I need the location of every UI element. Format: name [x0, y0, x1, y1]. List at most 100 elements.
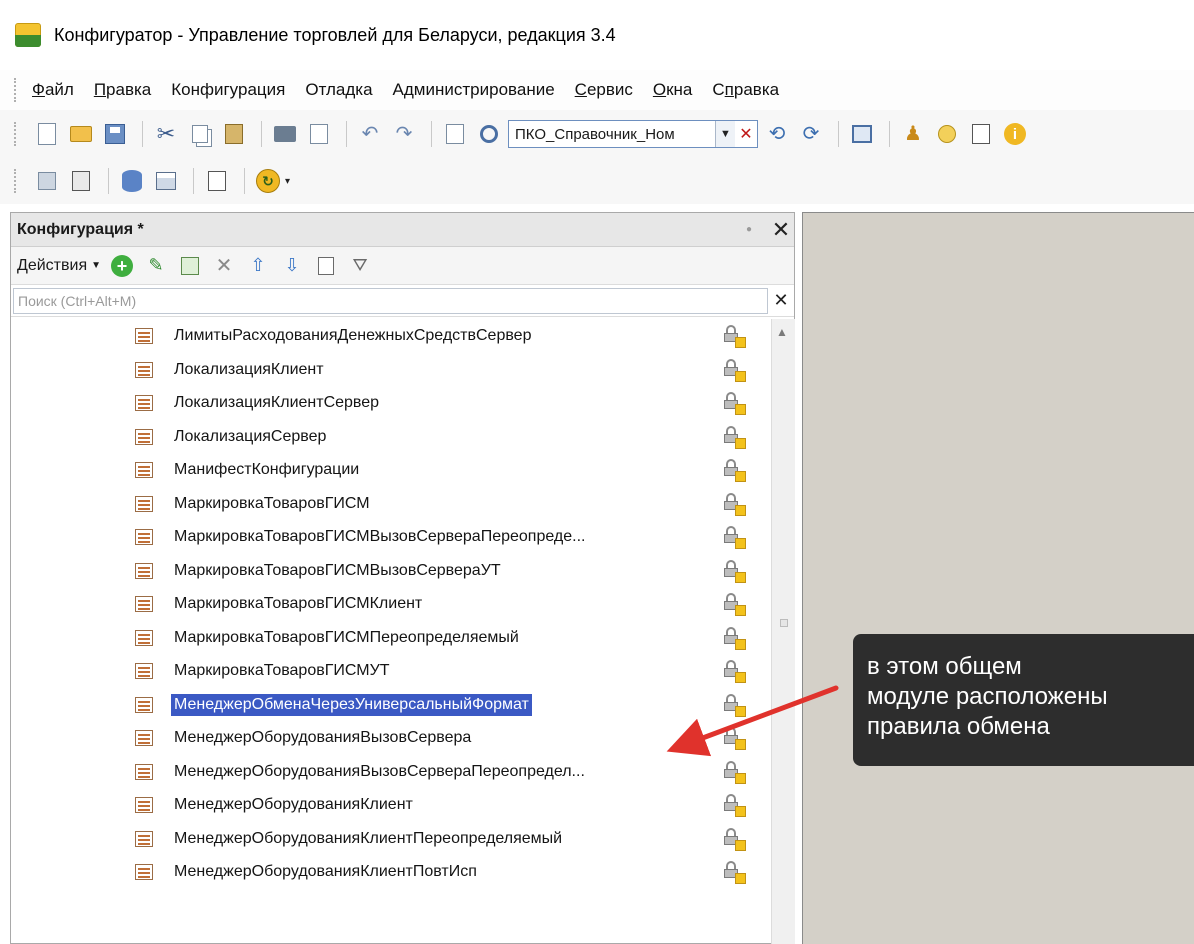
- tree-item[interactable]: МенеджерОборудованияВызовСервера: [11, 721, 771, 755]
- save-button[interactable]: [100, 119, 130, 149]
- copy-item-button[interactable]: [177, 253, 203, 279]
- close-panel-icon[interactable]: ✕: [768, 217, 794, 243]
- delete-button[interactable]: ✕: [211, 253, 237, 279]
- toolbar-search-value[interactable]: ПКО_Справочник_Ном: [509, 126, 715, 143]
- calculator-button[interactable]: [66, 166, 96, 196]
- open-folder-icon: [70, 126, 92, 142]
- grid-button[interactable]: [32, 166, 62, 196]
- run-button[interactable]: [202, 166, 232, 196]
- common-module-icon: [135, 596, 153, 612]
- open-button[interactable]: [66, 119, 96, 149]
- tree-scrollbar[interactable]: ▲: [771, 319, 795, 944]
- tree-item-selected[interactable]: МенеджерОбменаЧерезУниверсальныйФормат: [11, 688, 771, 722]
- tree-item[interactable]: МаркировкаТоваровГИСМВызовСервераПереопр…: [11, 520, 771, 554]
- syntax-helper-button[interactable]: ♟: [898, 119, 928, 149]
- combo-clear-icon[interactable]: ✕: [735, 121, 757, 147]
- scroll-up-arrow-icon[interactable]: ▲: [776, 325, 788, 339]
- table-button[interactable]: [151, 166, 181, 196]
- lock-support-icon: [723, 492, 747, 517]
- find-next-button[interactable]: ⟲: [762, 119, 792, 149]
- tree-item-label: ЛокализацияКлиент: [174, 360, 324, 378]
- toolbar-grip: [14, 122, 18, 146]
- print-preview-button[interactable]: [304, 119, 334, 149]
- tree-item-label: МенеджерОборудованияКлиентПовтИсп: [174, 863, 477, 880]
- common-module-icon: [135, 696, 153, 713]
- menu-configuration[interactable]: Конфигурация: [171, 80, 285, 100]
- lock-support-icon: [723, 526, 747, 550]
- menu-windows[interactable]: Окна: [653, 80, 693, 100]
- tree-item[interactable]: МаркировкаТоваровГИСМ: [11, 487, 771, 521]
- info-icon: i: [1004, 123, 1026, 145]
- menu-debug[interactable]: Отладка: [305, 80, 372, 100]
- edit-button[interactable]: ✎: [143, 253, 169, 279]
- menu-service[interactable]: Сервис: [575, 80, 633, 100]
- redo-button[interactable]: ↷: [389, 119, 419, 149]
- toolbar-search-combo[interactable]: ПКО_Справочник_Ном ▼ ✕: [508, 120, 758, 148]
- tree-item[interactable]: МаркировкаТоваровГИСМВызовСервераУТ: [11, 554, 771, 588]
- tree-item[interactable]: МаркировкаТоваровГИСМУТ: [11, 654, 771, 688]
- about-button[interactable]: i: [1000, 119, 1030, 149]
- chevron-down-icon[interactable]: ▾: [285, 176, 290, 187]
- menu-file[interactable]: Файл: [32, 80, 74, 100]
- menu-help[interactable]: Справка: [712, 80, 779, 100]
- window-title: Конфигуратор - Управление торговлей для …: [54, 24, 616, 45]
- callout-line-2: модуле расположены: [867, 683, 1108, 710]
- pin-icon[interactable]: ●: [746, 224, 752, 235]
- find-in-tree-button[interactable]: [440, 119, 470, 149]
- notes-button[interactable]: [966, 119, 996, 149]
- copy-button[interactable]: [185, 119, 215, 149]
- new-document-button[interactable]: [32, 119, 62, 149]
- menu-administration[interactable]: Администрирование: [393, 80, 555, 100]
- actions-bar: Действия ▼ + ✎ ✕ ⇧ ⇩ ⛛: [11, 247, 794, 285]
- find-button[interactable]: [474, 119, 504, 149]
- combo-dropdown-arrow-icon[interactable]: ▼: [715, 121, 735, 147]
- undo-button[interactable]: ↶: [355, 119, 385, 149]
- tree-item[interactable]: МаркировкаТоваровГИСМПереопределяемый: [11, 621, 771, 655]
- lock-support-icon: [723, 392, 747, 416]
- windows-button[interactable]: [847, 119, 877, 149]
- tree-item[interactable]: МенеджерОборудованияКлиент: [11, 788, 771, 822]
- tree-item[interactable]: ЛокализацияСервер: [11, 420, 771, 454]
- secondary-toolbar: ↻ ▾: [0, 158, 1194, 204]
- filter-button[interactable]: ⛛: [347, 253, 373, 279]
- find-previous-button[interactable]: ⟳: [796, 119, 826, 149]
- cut-button[interactable]: ✂: [151, 119, 181, 149]
- tree-item[interactable]: МанифестКонфигурации: [11, 453, 771, 487]
- tree-search-input[interactable]: [13, 287, 768, 314]
- paste-button[interactable]: [219, 119, 249, 149]
- scroll-thumb[interactable]: [780, 619, 788, 627]
- arrow-down-icon: ⇩: [284, 255, 300, 275]
- database-button[interactable]: [117, 166, 147, 196]
- tree-item-label: ЛимитыРасходованияДенежныхСредствСервер: [174, 327, 532, 344]
- tree-item[interactable]: МенеджерОборудованияКлиентПереопределяем…: [11, 822, 771, 856]
- sort-button[interactable]: [313, 253, 339, 279]
- find-next-icon: ⟲: [768, 123, 786, 145]
- tree-item[interactable]: МенеджерОборудованияВызовСервераПереопре…: [11, 755, 771, 789]
- menu-edit[interactable]: Правка: [94, 80, 151, 100]
- title-bar: Конфигуратор - Управление торговлей для …: [0, 0, 1194, 70]
- search-clear-icon[interactable]: ✕: [768, 288, 794, 314]
- copy-icon: [192, 125, 208, 143]
- toolbar-separator: [838, 121, 839, 147]
- tree-item[interactable]: МенеджерОборудованияКлиентПовтИсп: [11, 855, 771, 889]
- tree-item[interactable]: ЛимитыРасходованияДенежныхСредствСервер: [11, 319, 771, 353]
- paste-icon: [225, 124, 243, 144]
- add-button[interactable]: +: [109, 253, 135, 279]
- update-db-button[interactable]: ↻: [253, 166, 283, 196]
- table-icon: [156, 172, 176, 190]
- tree-item-label: ЛокализацияСервер: [174, 427, 327, 445]
- note-icon: [972, 124, 990, 144]
- find-in-tree-icon: [446, 124, 464, 144]
- tips-button[interactable]: [932, 119, 962, 149]
- calculator-icon: [72, 171, 90, 191]
- move-down-button[interactable]: ⇩: [279, 253, 305, 279]
- tree-item[interactable]: ЛокализацияКлиент: [11, 353, 771, 387]
- run-icon: [208, 171, 226, 191]
- tree-item[interactable]: МаркировкаТоваровГИСМКлиент: [11, 587, 771, 621]
- print-button[interactable]: [270, 119, 300, 149]
- actions-dropdown-icon[interactable]: ▼: [91, 260, 101, 271]
- lock-support-icon: [723, 660, 747, 684]
- actions-menu[interactable]: Действия: [17, 257, 87, 275]
- tree-item[interactable]: ЛокализацияКлиентСервер: [11, 386, 771, 420]
- move-up-button[interactable]: ⇧: [245, 253, 271, 279]
